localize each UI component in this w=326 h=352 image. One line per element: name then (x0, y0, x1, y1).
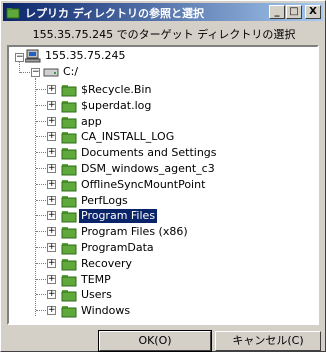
folder-label[interactable]: Users (79, 288, 114, 302)
folder-icon (61, 243, 77, 255)
ok-button[interactable]: OK(O) (98, 330, 212, 352)
tree-folder-row[interactable]: + OfflineSyncMountPoint (9, 177, 315, 193)
tree-folder-row[interactable]: + TEMP (9, 272, 315, 288)
expand-toggle[interactable]: + (47, 101, 56, 110)
folder-icon (61, 196, 77, 208)
title-bar[interactable]: レプリカ ディレクトリの参照と選択 _ □ X (3, 3, 323, 21)
folder-label[interactable]: TEMP (79, 273, 113, 287)
folder-label[interactable]: Program Files (77, 208, 159, 224)
close-button[interactable]: X (305, 5, 321, 19)
folder-icon (61, 275, 77, 287)
folder-icon (61, 101, 77, 113)
tree-folder-row[interactable]: + Windows (9, 303, 315, 319)
expand-toggle[interactable]: + (47, 180, 56, 189)
maximize-button[interactable]: □ (286, 5, 302, 19)
folder-label[interactable]: $Recycle.Bin (79, 83, 153, 97)
expand-toggle[interactable]: + (47, 211, 56, 220)
expand-toggle[interactable]: + (47, 227, 56, 236)
folder-icon (61, 117, 77, 129)
folder-label[interactable]: $uperdat.log (79, 99, 153, 113)
expand-toggle[interactable]: + (47, 243, 56, 252)
expand-toggle[interactable]: + (47, 132, 56, 141)
folder-icon (61, 211, 77, 223)
folder-icon (61, 306, 77, 318)
folder-label[interactable]: Windows (79, 304, 132, 318)
expand-toggle[interactable]: + (47, 85, 56, 94)
tree-folder-row[interactable]: + app (9, 114, 315, 130)
folder-icon (61, 132, 77, 144)
folder-label[interactable]: PerfLogs (79, 194, 130, 208)
expand-toggle[interactable]: + (47, 117, 56, 126)
expand-toggle[interactable]: + (47, 259, 56, 268)
expand-toggle[interactable]: + (47, 306, 56, 315)
folder-label[interactable]: Program Files (x86) (79, 225, 190, 239)
expand-toggle[interactable]: + (47, 164, 56, 173)
folder-icon (61, 148, 77, 160)
computer-icon (25, 49, 41, 63)
expand-toggle[interactable]: + (47, 290, 56, 299)
folder-icon (61, 290, 77, 302)
expand-toggle[interactable]: + (47, 148, 56, 157)
tree-folder-row[interactable]: + Recovery (9, 256, 315, 272)
collapse-toggle[interactable]: − (31, 68, 40, 77)
tree-folder-row[interactable]: + Program Files (9, 208, 315, 224)
expand-toggle[interactable]: + (47, 275, 56, 284)
tree-folder-row[interactable]: + $Recycle.Bin (9, 82, 315, 98)
folder-icon (61, 164, 77, 176)
folder-icon (61, 259, 77, 271)
folder-icon (61, 85, 77, 97)
folder-label[interactable]: DSM_windows_agent_c3 (79, 162, 217, 176)
dialog-subtitle: 155.35.75.245 でのターゲット ディレクトリの選択 (32, 28, 296, 41)
tree-folder-row[interactable]: + CA_INSTALL_LOG (9, 129, 315, 145)
host-label[interactable]: 155.35.75.245 (43, 49, 127, 63)
folder-label[interactable]: OfflineSyncMountPoint (79, 178, 207, 192)
tree-folder-row[interactable]: + DSM_windows_agent_c3 (9, 161, 315, 177)
expand-toggle[interactable]: + (47, 196, 56, 205)
minimize-button[interactable]: _ (269, 5, 285, 19)
folder-label[interactable]: Documents and Settings (79, 146, 219, 160)
folder-label[interactable]: Recovery (79, 257, 134, 271)
tree-folder-row[interactable]: + Documents and Settings (9, 145, 315, 161)
folder-label[interactable]: ProgramData (79, 241, 156, 255)
folder-label[interactable]: app (79, 115, 104, 129)
tree-folder-row[interactable]: + Program Files (x86) (9, 224, 315, 240)
folder-icon (61, 227, 77, 239)
drive-label[interactable]: C:/ (61, 65, 80, 79)
folder-label[interactable]: CA_INSTALL_LOG (79, 130, 176, 144)
window-title: レプリカ ディレクトリの参照と選択 (25, 7, 205, 20)
drive-icon (43, 68, 59, 77)
collapse-toggle[interactable]: − (15, 53, 24, 62)
tree-folder-row[interactable]: + $uperdat.log (9, 98, 315, 114)
tree-folder-row[interactable]: + PerfLogs (9, 193, 315, 209)
dialog-window: レプリカ ディレクトリの参照と選択 _ □ X 155.35.75.245 での… (0, 0, 326, 352)
tree-folder-row[interactable]: + ProgramData (9, 240, 315, 256)
cancel-button[interactable]: キャンセル(C) (215, 331, 321, 351)
folder-icon (6, 8, 20, 19)
directory-tree[interactable]: − 155.35.75.245 − C:/ + $Recycle.Bin + $upe… (7, 45, 319, 325)
folder-icon (61, 180, 77, 192)
tree-folder-row[interactable]: + Users (9, 287, 315, 303)
